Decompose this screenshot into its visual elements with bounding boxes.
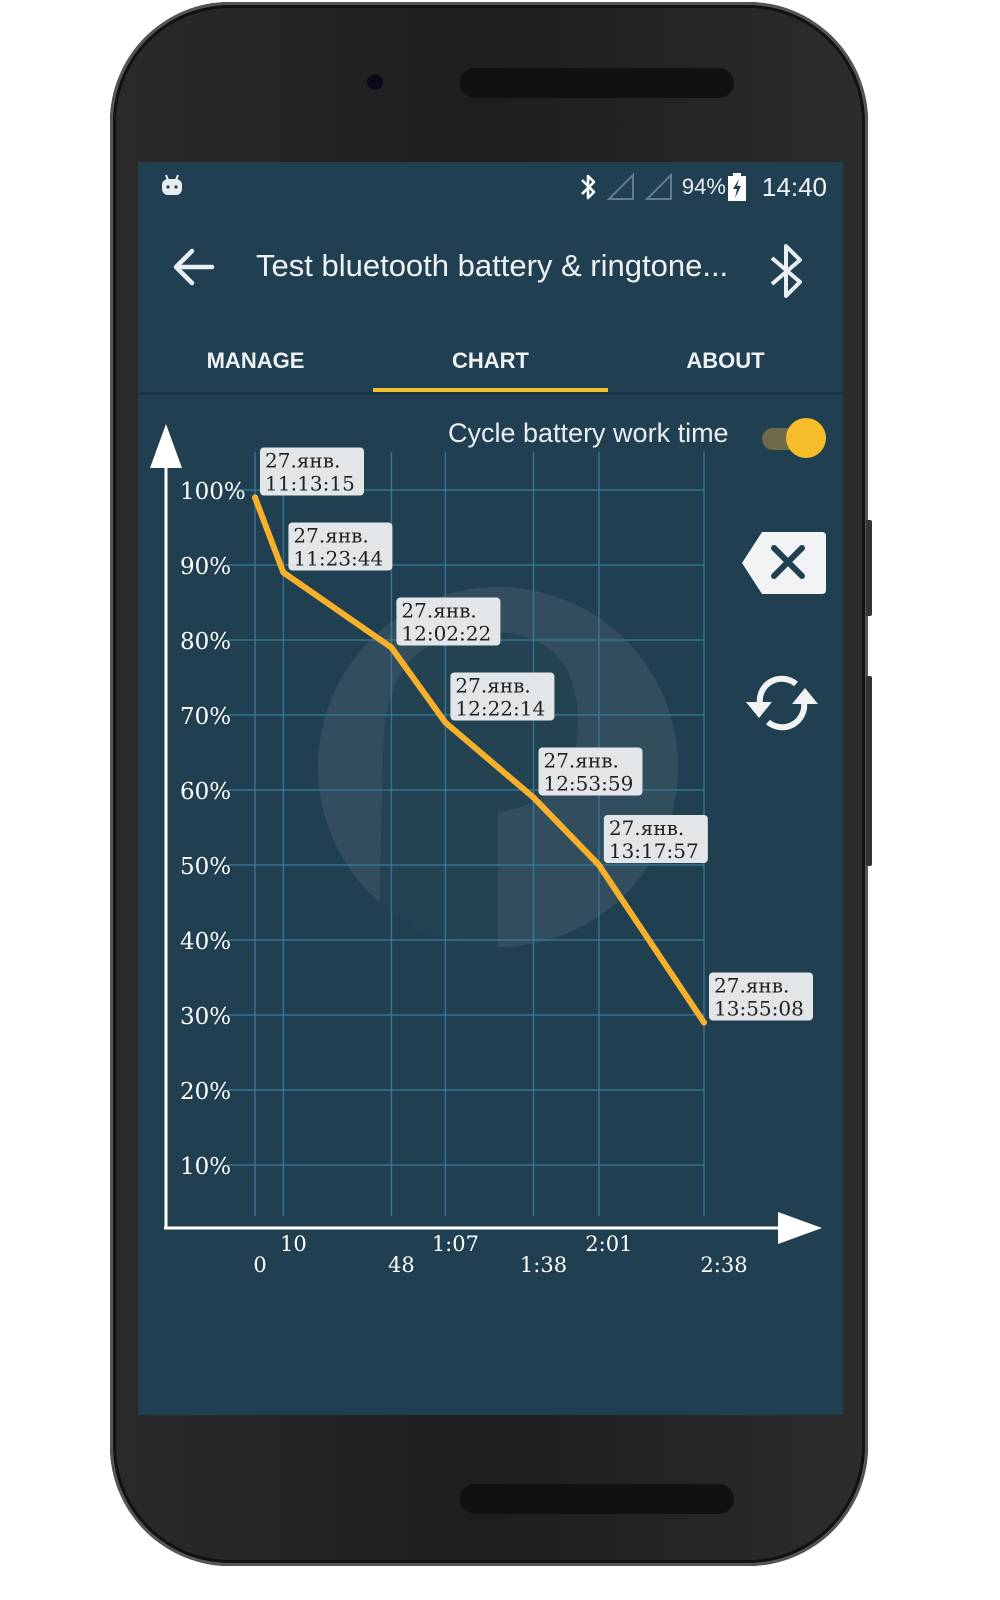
x-tick-label: 48 xyxy=(388,1253,415,1277)
data-point xyxy=(530,794,537,801)
point-annotation: 27.янв.11:13:15 xyxy=(260,447,364,496)
x-tick-label: 1:38 xyxy=(520,1253,567,1277)
refresh-icon[interactable] xyxy=(742,668,822,738)
annotation-date: 27.янв. xyxy=(265,449,340,473)
y-tick-label: 60% xyxy=(180,779,231,805)
x-tick-label: 0 xyxy=(253,1253,266,1277)
annotation-time: 12:02:22 xyxy=(401,622,491,646)
annotation-date: 27.янв. xyxy=(293,524,368,548)
data-point xyxy=(252,494,258,501)
backspace-clear-icon[interactable] xyxy=(740,530,828,596)
point-annotation: 27.янв.13:17:57 xyxy=(603,815,708,863)
cycle-toggle-label: Cycle battery work time xyxy=(448,418,729,448)
y-tick-label: 70% xyxy=(180,704,231,730)
y-axis-arrow xyxy=(150,424,182,468)
annotation-time: 11:13:15 xyxy=(265,472,355,496)
data-point xyxy=(442,719,449,726)
data-point xyxy=(280,569,287,576)
x-tick-label: 2:38 xyxy=(700,1253,747,1277)
annotation-date: 27.янв. xyxy=(714,974,789,998)
power-button xyxy=(866,676,872,866)
cycle-battery-toggle[interactable] xyxy=(760,418,828,458)
battery-chart: 10% 20% 30% 40% 50% 60% 70% 80% 90% 100% 0 10 48 1:0… xyxy=(150,424,822,1277)
point-annotation: 27.янв.12:02:22 xyxy=(396,597,501,646)
annotation-time: 13:55:08 xyxy=(714,997,804,1021)
x-tick-label: 10 xyxy=(280,1232,307,1256)
bottom-speaker xyxy=(460,1484,734,1514)
annotation-time: 13:17:57 xyxy=(609,839,699,863)
x-tick-label: 2:01 xyxy=(585,1232,632,1256)
toggle-thumb xyxy=(786,418,826,458)
annotation-date: 27.янв. xyxy=(401,599,476,623)
x-tick-label: 1:07 xyxy=(432,1232,479,1256)
x-tick-labels: 0 10 48 1:07 1:38 2:01 2:38 xyxy=(253,1232,747,1277)
annotation-date: 27.янв. xyxy=(455,674,530,698)
volume-button xyxy=(866,520,872,616)
y-tick-label: 50% xyxy=(180,854,231,880)
annotation-time: 12:22:14 xyxy=(455,697,545,721)
y-tick-label: 20% xyxy=(180,1079,231,1105)
y-tick-label: 90% xyxy=(180,554,231,580)
annotation-date: 27.янв. xyxy=(609,816,684,840)
point-annotation: 27.янв.12:53:59 xyxy=(538,747,643,796)
front-camera xyxy=(367,74,383,90)
y-tick-label: 100% xyxy=(180,479,246,505)
data-point xyxy=(388,644,395,651)
point-annotation: 27.янв.12:22:14 xyxy=(450,672,555,721)
point-annotation: 27.янв.11:23:44 xyxy=(288,522,393,571)
annotation-date: 27.янв. xyxy=(543,749,618,773)
earpiece-speaker xyxy=(460,68,734,98)
y-tick-label: 30% xyxy=(180,1004,231,1030)
x-axis-arrow xyxy=(778,1212,822,1244)
y-tick-label: 40% xyxy=(180,929,231,955)
screen: 94% 14:40 Test bluetooth battery & ringt… xyxy=(138,162,843,1415)
point-annotation: 27.янв.13:55:08 xyxy=(709,972,813,1021)
annotation-time: 11:23:44 xyxy=(293,547,383,571)
annotation-time: 12:53:59 xyxy=(543,772,633,796)
y-tick-label: 80% xyxy=(180,629,231,655)
y-tick-labels: 10% 20% 30% 40% 50% 60% 70% 80% 90% 100% xyxy=(180,479,246,1180)
data-point xyxy=(701,1019,707,1026)
y-tick-label: 10% xyxy=(180,1154,231,1180)
data-point xyxy=(595,862,602,868)
